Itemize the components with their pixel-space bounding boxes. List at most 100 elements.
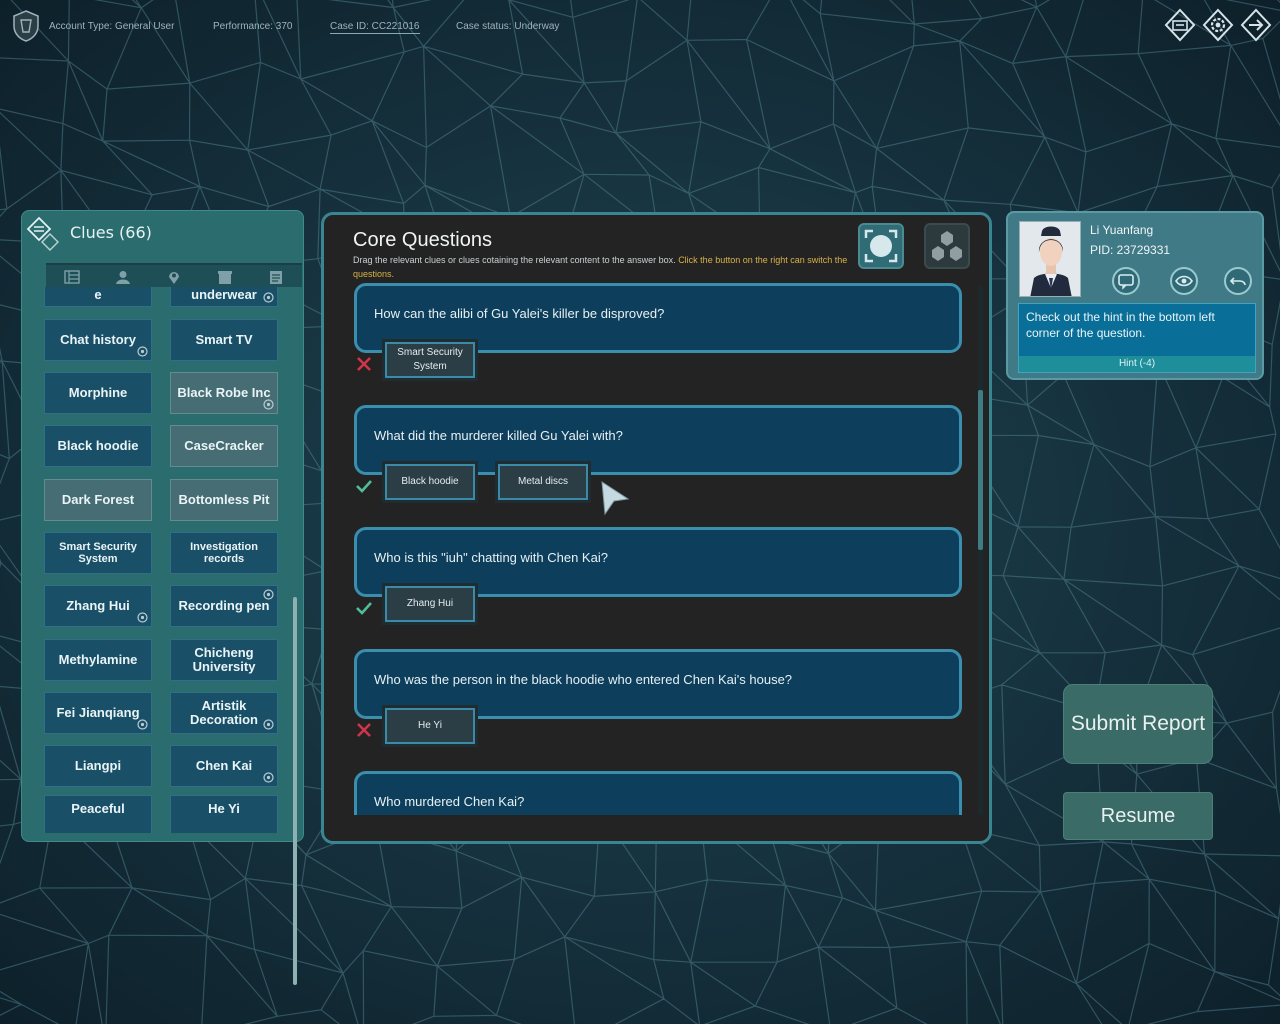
clues-panel: Clues (66) e underwear Chat history Smart T…	[21, 210, 304, 985]
question-text: Who is this "iuh" chatting with Chen Kai…	[374, 550, 608, 565]
share-icon	[137, 346, 148, 357]
answer-slot[interactable]: Smart Security System	[382, 339, 478, 381]
clue-card-label: Chen Kai	[195, 758, 253, 773]
clue-card-artistik-decoration[interactable]: Artistik Decoration	[170, 692, 278, 734]
clue-card-label: Bottomless Pit	[178, 492, 270, 507]
submit-report-button[interactable]: Submit Report	[1063, 684, 1213, 764]
question-card: Who murdered Chen Kai?	[354, 771, 962, 815]
badge-logo-icon	[13, 10, 39, 42]
case-id[interactable]: Case ID: CC221016	[330, 21, 420, 34]
question-text: Who murdered Chen Kai?	[374, 794, 525, 809]
clue-card-dark-forest[interactable]: Dark Forest	[44, 479, 152, 521]
correct-check-icon	[356, 480, 372, 493]
clue-card-black-robe-inc[interactable]: Black Robe Inc	[170, 372, 278, 414]
questions-scroll-thumb[interactable]	[978, 390, 983, 550]
clue-card-e[interactable]: e	[44, 287, 152, 307]
hint-button[interactable]: Hint (-4)	[1019, 356, 1255, 372]
case-status: Case status: Underway	[456, 21, 560, 32]
switch-core-questions-button[interactable]	[858, 223, 904, 269]
clue-card-smart-tv[interactable]: Smart TV	[170, 319, 278, 361]
core-questions-panel: Core Questions Drag the relevant clues o…	[321, 212, 992, 844]
hexagon-cluster-icon	[932, 231, 962, 261]
clue-card-peaceful[interactable]: Peaceful	[44, 795, 152, 833]
answer-slot[interactable]: Zhang Hui	[382, 583, 478, 625]
clue-card-label: Fei Jianqiang	[56, 705, 140, 720]
undo-icon[interactable]	[1224, 267, 1252, 295]
clues-filter-tabs	[46, 263, 302, 287]
questions-scrollbar[interactable]	[978, 285, 983, 815]
clue-board-icon[interactable]	[1164, 8, 1196, 42]
clues-icon	[26, 216, 59, 251]
clue-card-label: Black hoodie	[57, 438, 139, 453]
clue-card-label: He Yi	[208, 801, 240, 816]
exit-icon[interactable]	[1240, 8, 1272, 42]
document-icon[interactable]	[268, 269, 284, 284]
hint-box: Check out the hint in the bottom left co…	[1018, 303, 1256, 373]
clue-card-casecracker[interactable]: CaseCracker	[170, 425, 278, 467]
resume-button[interactable]: Resume	[1063, 792, 1213, 840]
clue-card-label: Investigation records	[190, 541, 258, 565]
clue-card-morphine[interactable]: Morphine	[44, 372, 152, 414]
eye-icon[interactable]	[1170, 267, 1198, 295]
focus-frame-icon	[864, 229, 898, 263]
person-icon[interactable]	[115, 269, 131, 284]
core-questions-title: Core Questions	[353, 229, 492, 251]
instruction-text: Drag the relevant clues or clues cotaini…	[353, 255, 679, 265]
account-type: Account Type: General User	[49, 21, 175, 32]
correct-check-icon	[356, 602, 372, 615]
clue-card-label: Artistik Decoration	[190, 698, 258, 727]
clue-card-label: Chicheng University	[192, 645, 256, 674]
clue-card-methylamine[interactable]: Methylamine	[44, 639, 152, 681]
clue-card-recording-pen[interactable]: Recording pen	[170, 585, 278, 627]
clues-grid: e underwear Chat history Smart TV Morphine Bl…	[44, 287, 300, 833]
clues-title: Clues (66)	[70, 223, 152, 242]
chat-icon[interactable]	[1112, 267, 1140, 295]
clue-card-liangpi[interactable]: Liangpi	[44, 745, 152, 787]
clue-card-label: Methylamine	[58, 652, 138, 667]
clue-card-he-yi[interactable]: He Yi	[170, 795, 278, 833]
performance: Performance: 370	[213, 21, 293, 32]
list-icon[interactable]	[63, 269, 80, 284]
clue-card-label: CaseCracker	[184, 438, 264, 453]
answer-clue-label: He Yi	[418, 720, 442, 731]
hint-text: Check out the hint in the bottom left co…	[1026, 310, 1215, 340]
clue-card-underwear[interactable]: underwear	[170, 287, 278, 307]
clue-card-label: Recording pen	[178, 598, 270, 613]
gear-icon[interactable]	[1202, 8, 1234, 42]
clue-card-fei-jianqiang[interactable]: Fei Jianqiang	[44, 692, 152, 734]
archive-icon[interactable]	[217, 269, 233, 284]
clue-card-investigation-records[interactable]: Investigation records	[170, 532, 278, 574]
location-icon[interactable]	[166, 269, 182, 284]
answer-slot[interactable]: Black hoodie	[382, 461, 478, 503]
clue-card-zhang-hui[interactable]: Zhang Hui	[44, 585, 152, 627]
pointer-cursor-icon	[601, 481, 630, 516]
clue-card-smart-security-system[interactable]: Smart Security System	[44, 532, 152, 574]
clue-card-bottomless-pit[interactable]: Bottomless Pit	[170, 479, 278, 521]
clue-card-label: Morphine	[68, 385, 128, 400]
eye-icon	[263, 772, 274, 783]
clue-card-chen-kai[interactable]: Chen Kai	[170, 745, 278, 787]
clue-card-label: Black Robe Inc	[177, 385, 271, 400]
link-icon	[263, 292, 274, 303]
avatar	[1019, 221, 1081, 297]
answer-slot[interactable]: He Yi	[382, 705, 478, 747]
question-text: Who was the person in the black hoodie w…	[374, 672, 793, 687]
question-text: How can the alibi of Gu Yalei's killer b…	[374, 306, 665, 321]
clues-scrollbar[interactable]	[293, 597, 297, 985]
clue-card-label: Peaceful	[71, 801, 125, 816]
answer-clue-label: Smart Security System	[397, 347, 463, 372]
clue-card-label: Smart Security System	[59, 541, 137, 565]
switch-side-questions-button[interactable]	[924, 223, 970, 269]
answer-slot[interactable]: Metal discs	[495, 461, 591, 503]
eye-icon	[137, 719, 148, 730]
pen-icon	[263, 719, 274, 730]
clue-card-label: Smart TV	[195, 332, 253, 347]
clue-card-chat-history[interactable]: Chat history	[44, 319, 152, 361]
clue-card-chicheng-university[interactable]: Chicheng University	[170, 639, 278, 681]
clue-card-black-hoodie[interactable]: Black hoodie	[44, 425, 152, 467]
core-questions-instructions: Drag the relevant clues or clues cotaini…	[353, 253, 853, 281]
clue-card-label: Chat history	[60, 332, 136, 347]
investigator-pid: PID: 23729331	[1090, 243, 1171, 257]
clue-card-label: Zhang Hui	[66, 598, 130, 613]
clue-card-label: Dark Forest	[61, 492, 135, 507]
